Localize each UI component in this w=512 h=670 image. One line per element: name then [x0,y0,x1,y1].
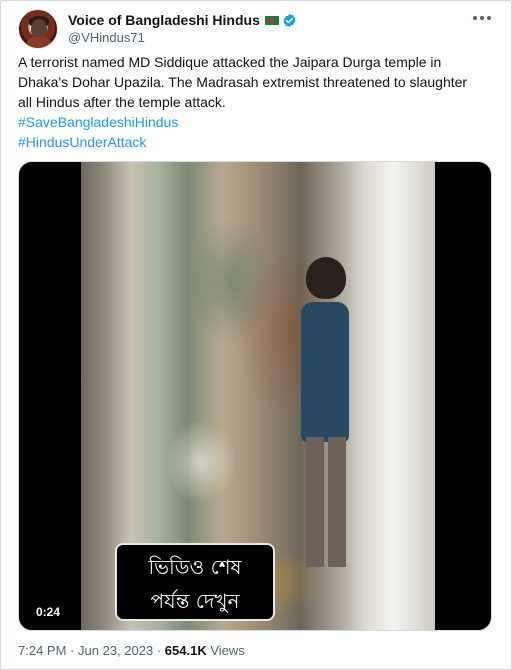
avatar[interactable] [18,9,58,49]
tweet-text-line: all Hindus after the temple attack. [18,94,226,110]
caption-line: পর্যন্ত দেখুন [150,589,240,613]
tweet-date[interactable]: Jun 23, 2023 [78,643,153,658]
tweet-card: Voice of Bangladeshi Hindus @VHindus71 A… [0,0,512,670]
views-label: Views [210,643,245,658]
verified-badge-icon [282,13,297,28]
tweet-time[interactable]: 7:24 PM [18,643,66,658]
caption-line: ভিডিও শেষ [148,555,242,579]
tweet-text-line: A terrorist named MD Siddique attacked t… [18,54,442,70]
hashtag-link[interactable]: #HindusUnderAttack [18,132,496,152]
bangladesh-flag-icon [264,15,279,25]
tweet-text-line: Dhaka's Dohar Upazila. The Madrasah extr… [18,74,468,90]
meta-separator: · [70,643,75,658]
tweet-text: A terrorist named MD Siddique attacked t… [18,52,496,152]
author-display-name[interactable]: Voice of Bangladeshi Hindus [68,12,260,28]
meta-separator: · [156,643,162,658]
video-caption-overlay: ভিডিও শেষ পর্যন্ত দেখুন [115,543,275,621]
views-count: 654.1K [164,643,207,658]
tweet-metadata: 7:24 PM · Jun 23, 2023 · 654.1K Views [18,643,245,658]
video-player[interactable]: ভিডিও শেষ পর্যন্ত দেখুন 0:24 [18,161,492,631]
author-name-row[interactable]: Voice of Bangladeshi Hindus [68,11,297,29]
video-duration-badge: 0:24 [31,602,66,622]
tweet-header: Voice of Bangladeshi Hindus @VHindus71 [18,9,498,49]
hashtag-link[interactable]: #SaveBangladeshiHindus [18,112,496,132]
author-handle[interactable]: @VHindus71 [68,30,145,45]
more-options-icon[interactable] [472,9,492,27]
